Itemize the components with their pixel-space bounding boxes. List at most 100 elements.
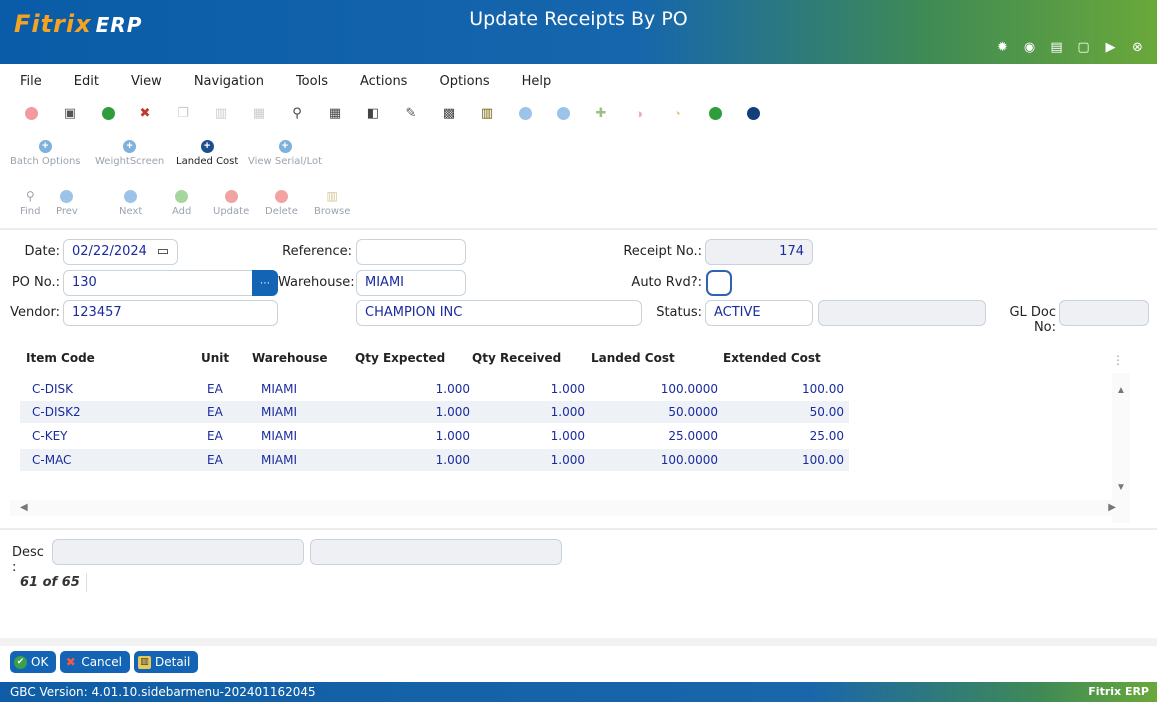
- down-circle-icon[interactable]: [516, 104, 534, 122]
- table-row[interactable]: C-DISK2 EA MIAMI 1.000 1.000 50.0000 50.…: [20, 401, 849, 423]
- col-landed-cost[interactable]: Landed Cost: [591, 351, 675, 365]
- warehouse-field[interactable]: MIAMI: [356, 270, 466, 296]
- table-row[interactable]: C-MAC EA MIAMI 1.000 1.000 100.0000 100.…: [20, 449, 849, 471]
- col-item-code[interactable]: Item Code: [26, 351, 95, 365]
- paste-icon[interactable]: ▥: [212, 104, 230, 122]
- receipt-lines-table: Item Code Unit Warehouse Qty Expected Qt…: [10, 345, 1130, 525]
- delete-button[interactable]: Delete: [265, 190, 298, 224]
- view-serial-lot-button[interactable]: + View Serial/Lot: [248, 140, 322, 174]
- vendor-label: Vendor:: [10, 305, 60, 320]
- close-icon[interactable]: ⊗: [1124, 36, 1151, 58]
- ok-button[interactable]: ✔ OK: [10, 651, 57, 673]
- warehouse-label: Warehouse:: [278, 275, 355, 290]
- po-lookup-button[interactable]: ⋯: [252, 270, 278, 296]
- divider: [0, 528, 1157, 530]
- col-qty-received[interactable]: Qty Received: [472, 351, 561, 365]
- calendar-icon[interactable]: ▭: [157, 244, 169, 259]
- window-title: Update Receipts By PO: [469, 8, 688, 30]
- reference-field[interactable]: [356, 239, 466, 265]
- delete-line-icon[interactable]: ◑: [630, 104, 648, 122]
- menu-options[interactable]: Options: [419, 72, 489, 94]
- menu-tools[interactable]: Tools: [276, 72, 328, 94]
- po-no-label: PO No.:: [11, 275, 60, 290]
- document-icon[interactable]: ▤: [1043, 36, 1070, 58]
- column-menu-icon[interactable]: ⋮: [1112, 353, 1124, 367]
- window-icon[interactable]: ▦: [250, 104, 268, 122]
- auto-rvd-checkbox[interactable]: [706, 270, 732, 296]
- detail-button[interactable]: ▥ Detail: [133, 651, 199, 673]
- plus-icon: +: [123, 140, 137, 153]
- menu-view[interactable]: View: [111, 72, 162, 94]
- play-icon[interactable]: ▶: [1097, 36, 1124, 58]
- receipt-no-field: 174: [705, 239, 813, 265]
- notes-icon[interactable]: ✎: [402, 104, 420, 122]
- menu-actions[interactable]: Actions: [340, 72, 408, 94]
- version-text: GBC Version: 4.01.10.sidebarmenu-2024011…: [10, 685, 316, 699]
- update-icon: [224, 190, 238, 203]
- horizontal-scrollbar[interactable]: ◀ ▶: [10, 500, 1130, 516]
- scroll-up-icon[interactable]: ▲: [1116, 385, 1126, 396]
- cancel-icon[interactable]: ✖: [136, 104, 154, 122]
- scroll-down-icon[interactable]: ▼: [1116, 482, 1126, 493]
- calendar-icon[interactable]: ▦: [326, 104, 344, 122]
- weightscreen-button[interactable]: + WeightScreen: [95, 140, 164, 174]
- record-icon[interactable]: ◉: [1016, 36, 1043, 58]
- cancel-button[interactable]: ✖ Cancel: [60, 651, 130, 673]
- browse-icon: ▥: [326, 189, 338, 203]
- menu-edit[interactable]: Edit: [54, 72, 99, 94]
- auto-rvd-label: Auto Rvd?:: [631, 275, 702, 290]
- next-button[interactable]: Next: [119, 190, 142, 224]
- duplicate-icon[interactable]: ❐: [174, 104, 192, 122]
- desc-field-2: [310, 539, 562, 565]
- search-icon[interactable]: ⚲: [288, 104, 306, 122]
- icon-toolbar: ▣ ✖ ❐ ▥ ▦ ⚲ ▦ ◧ ✎ ▩ ▥ ✚ ◑ ◔: [0, 104, 1157, 128]
- cancel-icon: ✖: [65, 655, 76, 669]
- table-row[interactable]: C-KEY EA MIAMI 1.000 1.000 25.0000 25.00: [20, 425, 849, 447]
- batch-options-button[interactable]: + Batch Options: [10, 140, 81, 174]
- plus-icon: +: [38, 140, 52, 153]
- help-icon[interactable]: [744, 104, 762, 122]
- reference-label: Reference:: [282, 244, 352, 259]
- plus-icon: +: [200, 140, 214, 153]
- action-buttons: ✔ OK ✖ Cancel ▥ Detail: [10, 651, 199, 673]
- add-button[interactable]: Add: [172, 190, 191, 224]
- brand-text: Fitrix ERP: [1088, 685, 1149, 698]
- browse-button[interactable]: ▥ Browse: [314, 190, 350, 224]
- find-button[interactable]: ⚲ Find: [20, 190, 41, 224]
- check-icon: ✔: [14, 655, 27, 669]
- detail-icon[interactable]: ▥: [478, 104, 496, 122]
- gl-doc-no-label: GL Doc No:: [1009, 305, 1056, 335]
- menu-navigation[interactable]: Navigation: [174, 72, 264, 94]
- power-icon[interactable]: [22, 104, 40, 122]
- prev-button[interactable]: Prev: [56, 190, 78, 224]
- scroll-left-icon[interactable]: ◀: [20, 502, 28, 513]
- po-no-field[interactable]: 130: [63, 270, 253, 296]
- col-qty-expected[interactable]: Qty Expected: [355, 351, 445, 365]
- date-field[interactable]: 02/22/2024 ▭: [63, 239, 178, 265]
- schedule-icon[interactable]: ▩: [440, 104, 458, 122]
- lock-icon[interactable]: ◔: [668, 104, 686, 122]
- menu-file[interactable]: File: [0, 72, 42, 94]
- status-field: ACTIVE: [705, 300, 813, 326]
- gear-icon[interactable]: ✹: [989, 36, 1016, 58]
- go-icon[interactable]: [706, 104, 724, 122]
- landed-cost-button[interactable]: + Landed Cost: [176, 140, 238, 174]
- accept-icon[interactable]: [99, 104, 117, 122]
- up-circle-icon[interactable]: [554, 104, 572, 122]
- col-extended-cost[interactable]: Extended Cost: [723, 351, 821, 365]
- app-header: Fitrix ERP Update Receipts By PO ✹ ◉ ▤ ▢ …: [0, 0, 1157, 64]
- new-page-icon[interactable]: ▢: [1070, 36, 1097, 58]
- update-button[interactable]: Update: [213, 190, 249, 224]
- status-description-field: [818, 300, 986, 326]
- col-warehouse[interactable]: Warehouse: [252, 351, 328, 365]
- gl-doc-no-field: [1059, 300, 1149, 326]
- vendor-field[interactable]: 123457: [63, 300, 278, 326]
- desc-label: Desc :: [12, 545, 44, 575]
- table-row[interactable]: C-DISK EA MIAMI 1.000 1.000 100.0000 100…: [20, 378, 849, 400]
- menu-help[interactable]: Help: [502, 72, 552, 94]
- col-unit[interactable]: Unit: [201, 351, 229, 365]
- copy-icon[interactable]: ▣: [61, 104, 79, 122]
- scroll-right-icon[interactable]: ▶: [1108, 502, 1116, 513]
- attachment-icon[interactable]: ◧: [364, 104, 382, 122]
- add-line-icon[interactable]: ✚: [592, 104, 610, 122]
